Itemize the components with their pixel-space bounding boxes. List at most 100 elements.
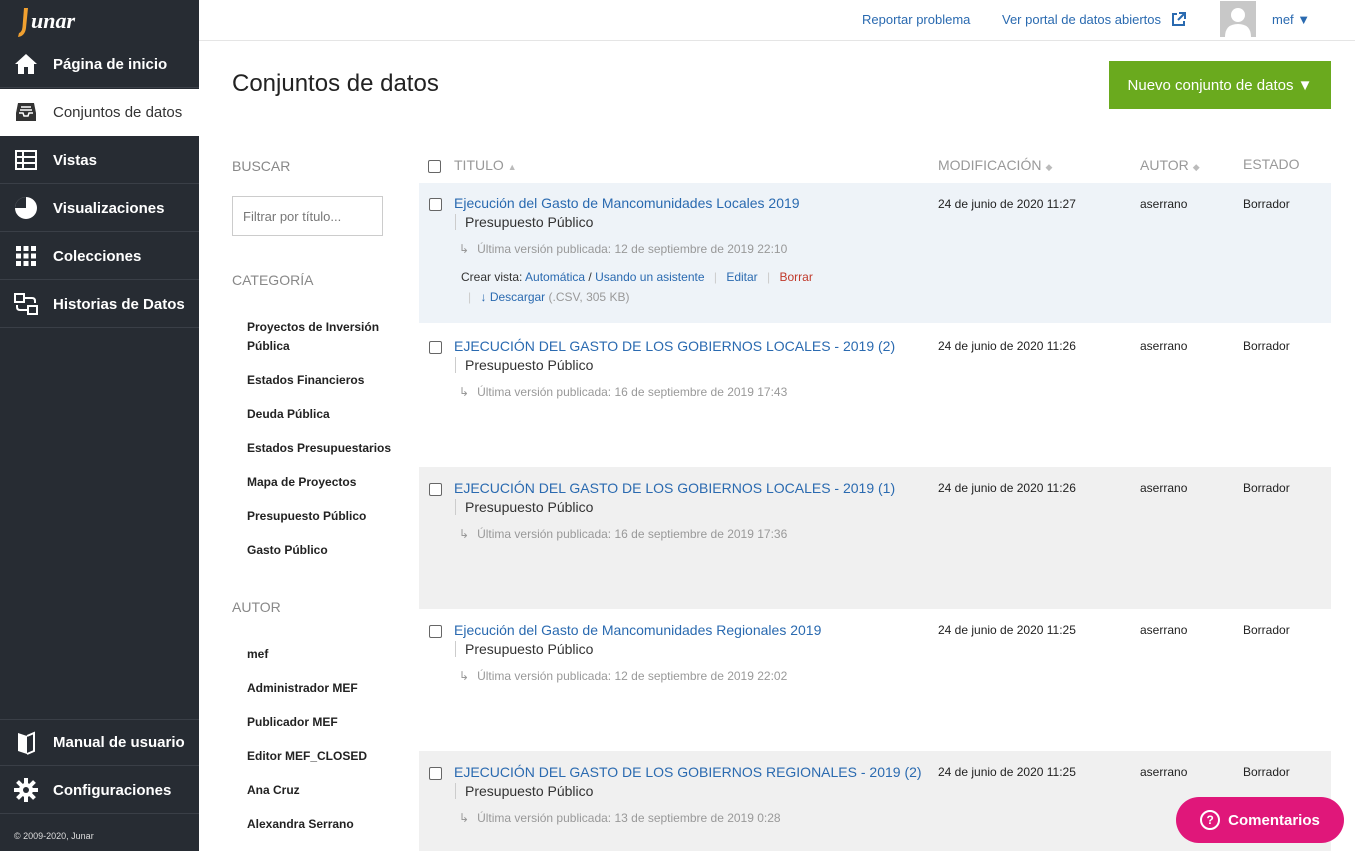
author-filter-item[interactable]: Editor MEF_CLOSED xyxy=(247,747,397,766)
sidebar-item-settings[interactable]: Configuraciones xyxy=(0,767,199,814)
junar-logo-mark: unar xyxy=(18,8,75,37)
category-filter-item[interactable]: Deuda Pública xyxy=(247,405,397,424)
download-row: | ↓ Descargar (.CSV, 305 KB) xyxy=(468,290,629,304)
sidebar: unar Página de inicio Conjuntos de datos… xyxy=(0,0,199,851)
sidebar-item-visualizations[interactable]: Visualizaciones xyxy=(0,185,199,232)
sidebar-item-views[interactable]: Vistas xyxy=(0,137,199,184)
dataset-title-link[interactable]: EJECUCIÓN DEL GASTO DE LOS GOBIERNOS LOC… xyxy=(454,338,895,354)
table-row: Ejecución del Gasto de Mancomunidades Re… xyxy=(419,609,1331,751)
sidebar-item-label: Colecciones xyxy=(53,247,142,265)
book-icon xyxy=(13,730,39,756)
copyright: © 2009-2020, Junar xyxy=(14,831,94,841)
dataset-author: aserrano xyxy=(1140,623,1188,637)
download-arrow-icon: ↓ xyxy=(480,290,487,304)
category-filter-item[interactable]: Gasto Público xyxy=(247,541,397,560)
row-checkbox[interactable] xyxy=(429,341,442,354)
user-menu[interactable]: mef ▼ xyxy=(1272,12,1310,27)
create-view-wizard-link[interactable]: Usando un asistente xyxy=(595,270,704,284)
column-header-status: ESTADO xyxy=(1243,156,1300,172)
svg-text:unar: unar xyxy=(31,8,75,33)
avatar[interactable] xyxy=(1220,1,1256,37)
author-filter-item[interactable]: Alexandra Serrano xyxy=(247,815,397,834)
create-view-label: Crear vista: xyxy=(461,270,523,284)
column-header-title[interactable]: TITULO ▲ xyxy=(454,157,517,173)
select-all-checkbox[interactable] xyxy=(428,160,441,173)
sidebar-item-datasets[interactable]: Conjuntos de datos xyxy=(0,89,199,136)
dataset-version-text: Última versión publicada: 16 de septiemb… xyxy=(477,527,788,541)
category-heading: CATEGORÍA xyxy=(232,272,314,288)
sidebar-item-user-manual[interactable]: Manual de usuario xyxy=(0,719,199,766)
search-heading: BUSCAR xyxy=(232,158,291,174)
junar-logo[interactable]: unar xyxy=(0,0,199,40)
category-filter-item[interactable]: Mapa de Proyectos xyxy=(247,473,397,492)
open-portal-link[interactable]: Ver portal de datos abiertos xyxy=(1002,12,1186,27)
table-icon xyxy=(13,147,39,173)
dataset-category: Presupuesto Público xyxy=(455,357,593,373)
author-filter-item[interactable]: Publicador MEF xyxy=(247,713,397,732)
dataset-modified: 24 de junio de 2020 11:25 xyxy=(938,623,1076,637)
row-checkbox[interactable] xyxy=(429,483,442,496)
category-filter-item[interactable]: Estados Financieros xyxy=(247,371,397,390)
download-link[interactable]: ↓ Descargar xyxy=(480,290,545,304)
column-header-label: ESTADO xyxy=(1243,156,1300,172)
grid-icon xyxy=(13,243,39,269)
new-dataset-button[interactable]: Nuevo conjunto de datos ▼ xyxy=(1109,61,1331,109)
dataset-status: Borrador xyxy=(1243,765,1290,779)
separator: | xyxy=(767,270,771,284)
dataset-status: Borrador xyxy=(1243,623,1290,637)
dataset-category: Presupuesto Público xyxy=(455,641,593,657)
dataset-title-link[interactable]: EJECUCIÓN DEL GASTO DE LOS GOBIERNOS LOC… xyxy=(454,480,895,496)
dataset-version: ↳ Última versión publicada: 12 de septiem… xyxy=(459,242,787,256)
row-checkbox[interactable] xyxy=(429,198,442,211)
sidebar-item-label: Vistas xyxy=(53,151,97,169)
create-view-automatic-link[interactable]: Automática xyxy=(525,270,585,284)
column-header-label: AUTOR xyxy=(1140,157,1189,173)
dataset-version: ↳ Última versión publicada: 12 de septiem… xyxy=(459,669,787,683)
dataset-author: aserrano xyxy=(1140,765,1188,779)
author-filter-item[interactable]: mef xyxy=(247,645,397,664)
dataset-title-link[interactable]: Ejecución del Gasto de Mancomunidades Lo… xyxy=(454,195,800,211)
column-header-author[interactable]: AUTOR ◆ xyxy=(1140,157,1200,173)
dataset-title-link[interactable]: Ejecución del Gasto de Mancomunidades Re… xyxy=(454,622,821,638)
dataset-status: Borrador xyxy=(1243,481,1290,495)
dataset-modified: 24 de junio de 2020 11:25 xyxy=(938,765,1076,779)
gear-icon xyxy=(13,777,39,803)
sidebar-item-label: Página de inicio xyxy=(53,55,168,73)
sidebar-item-home[interactable]: Página de inicio xyxy=(0,41,199,88)
row-checkbox[interactable] xyxy=(429,767,442,780)
author-filter-item[interactable]: Administrador MEF xyxy=(247,679,397,698)
table-row: Ejecución del Gasto de Mancomunidades Lo… xyxy=(419,183,1331,323)
story-icon xyxy=(13,291,39,317)
sidebar-item-collections[interactable]: Colecciones xyxy=(0,233,199,280)
download-label: Descargar xyxy=(489,290,546,304)
topbar: Reportar problema Ver portal de datos ab… xyxy=(199,0,1355,41)
dataset-modified: 24 de junio de 2020 11:26 xyxy=(938,339,1076,353)
dataset-version: ↳ Última versión publicada: 13 de septiem… xyxy=(459,811,781,825)
dataset-version-text: Última versión publicada: 12 de septiemb… xyxy=(477,669,788,683)
inbox-tray-icon xyxy=(13,99,39,125)
return-arrow-icon: ↳ xyxy=(459,527,470,541)
dataset-version-text: Última versión publicada: 12 de septiemb… xyxy=(477,242,788,256)
edit-link[interactable]: Editar xyxy=(726,270,757,284)
page-title: Conjuntos de datos xyxy=(232,70,439,97)
sidebar-item-data-stories[interactable]: Historias de Datos xyxy=(0,281,199,328)
author-filter-item[interactable]: Ana Cruz xyxy=(247,781,397,800)
dataset-title-link[interactable]: EJECUCIÓN DEL GASTO DE LOS GOBIERNOS REG… xyxy=(454,764,922,780)
feedback-button[interactable]: ? Comentarios xyxy=(1176,797,1344,843)
category-filter-item[interactable]: Estados Presupuestarios xyxy=(247,439,397,458)
category-filter-item[interactable]: Proyectos de Inversión Pública xyxy=(247,318,397,356)
column-header-label: MODIFICACIÓN xyxy=(938,157,1042,173)
column-header-modified[interactable]: MODIFICACIÓN ◆ xyxy=(938,157,1052,173)
dataset-author: aserrano xyxy=(1140,481,1188,495)
sidebar-item-label: Historias de Datos xyxy=(53,295,185,313)
report-problem-link[interactable]: Reportar problema xyxy=(862,12,970,27)
sidebar-item-label: Conjuntos de datos xyxy=(53,103,183,121)
delete-link[interactable]: Borrar xyxy=(779,270,812,284)
category-filter-item[interactable]: Presupuesto Público xyxy=(247,507,397,526)
search-input[interactable] xyxy=(232,196,383,236)
user-avatar-icon xyxy=(1225,8,1251,37)
row-checkbox[interactable] xyxy=(429,625,442,638)
return-arrow-icon: ↳ xyxy=(459,385,470,399)
table-row: EJECUCIÓN DEL GASTO DE LOS GOBIERNOS LOC… xyxy=(419,467,1331,609)
dataset-category: Presupuesto Público xyxy=(455,214,593,230)
